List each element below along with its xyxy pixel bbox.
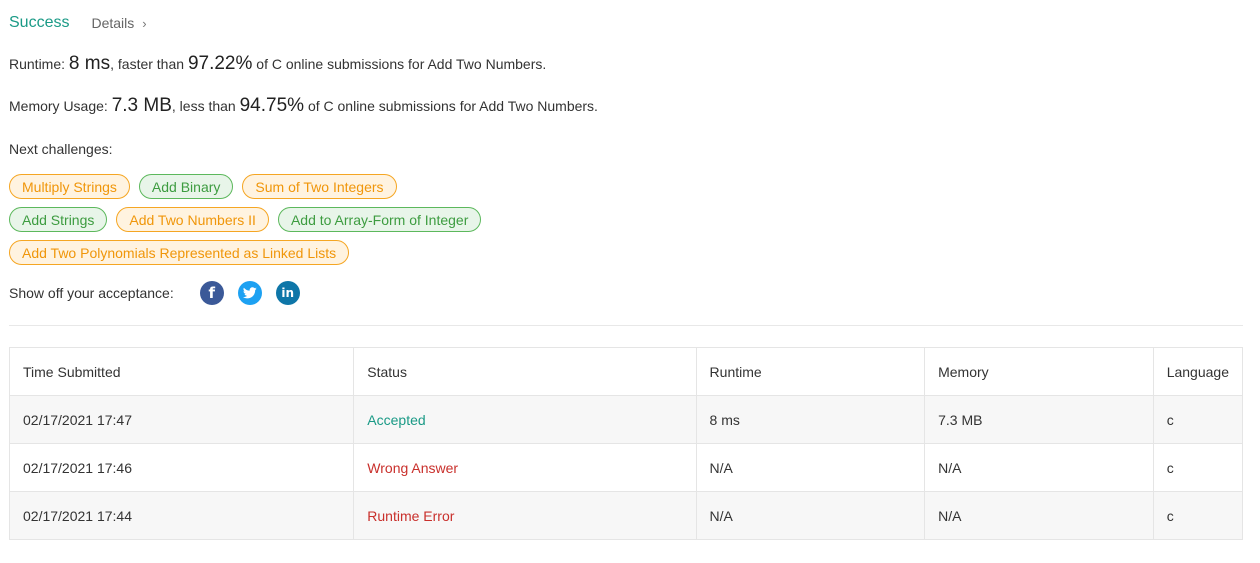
cell-time: 02/17/2021 17:47 [8, 395, 355, 444]
memory-value: 7.3 MB [111, 95, 172, 116]
section-divider [9, 325, 1243, 326]
twitter-icon[interactable] [237, 281, 262, 305]
runtime-prefix: Runtime: [9, 56, 69, 72]
table-header-row: Time Submitted Status Runtime Memory Lan… [8, 347, 1244, 396]
cell-time: 02/17/2021 17:44 [8, 491, 355, 540]
cell-memory: N/A [924, 443, 1154, 492]
cell-runtime: N/A [695, 491, 926, 540]
column-header-runtime: Runtime [695, 347, 926, 396]
twitter-bird-icon [242, 287, 257, 299]
share-section: Show off your acceptance: f in [9, 281, 314, 305]
memory-summary: Memory Usage: 7.3 MB, less than 94.75% o… [9, 95, 598, 117]
details-label: Details [91, 15, 135, 31]
details-link[interactable]: Details › [91, 15, 146, 31]
cell-status-link[interactable]: Wrong Answer [353, 443, 697, 492]
table-row: 02/17/2021 17:44 Runtime Error N/A N/A c [8, 491, 1244, 540]
memory-middle: , less than [171, 98, 240, 114]
share-icons: f in [199, 281, 314, 305]
runtime-summary: Runtime: 8 ms, faster than 97.22% of C o… [9, 53, 546, 75]
cell-language: c [1152, 443, 1244, 492]
cell-memory: 7.3 MB [924, 395, 1154, 444]
cell-memory: N/A [924, 491, 1154, 540]
cell-runtime: 8 ms [695, 395, 926, 444]
next-challenges-label: Next challenges: [9, 141, 113, 157]
column-header-memory: Memory [924, 347, 1154, 396]
memory-suffix: of C online submissions for Add Two Numb… [304, 98, 598, 114]
challenge-row: Add Strings Add Two Numbers II Add to Ar… [9, 207, 709, 234]
challenge-row: Add Two Polynomials Represented as Linke… [9, 240, 709, 267]
challenge-row: Multiply Strings Add Binary Sum of Two I… [9, 174, 709, 201]
result-status: Success [9, 14, 70, 31]
column-header-time: Time Submitted [8, 347, 355, 396]
challenge-tag-multiply-strings[interactable]: Multiply Strings [9, 174, 130, 199]
table-row: 02/17/2021 17:46 Wrong Answer N/A N/A c [8, 443, 1244, 492]
share-label: Show off your acceptance: [9, 285, 174, 301]
cell-language: c [1152, 395, 1244, 444]
chevron-right-icon: › [142, 15, 147, 31]
table-row: 02/17/2021 17:47 Accepted 8 ms 7.3 MB c [8, 395, 1244, 444]
runtime-value: 8 ms [68, 53, 111, 74]
cell-status-link[interactable]: Runtime Error [353, 491, 697, 540]
runtime-percent: 97.22% [187, 53, 253, 74]
submissions-table: Time Submitted Status Runtime Memory Lan… [8, 347, 1244, 540]
cell-runtime: N/A [695, 443, 926, 492]
next-challenges-list: Multiply Strings Add Binary Sum of Two I… [9, 174, 709, 273]
memory-percent: 94.75% [239, 95, 305, 116]
linkedin-icon[interactable]: in [275, 281, 300, 305]
challenge-tag-add-two-polynomials[interactable]: Add Two Polynomials Represented as Linke… [9, 240, 350, 265]
memory-prefix: Memory Usage: [9, 98, 112, 114]
runtime-suffix: of C online submissions for Add Two Numb… [252, 56, 547, 72]
result-header: Success Details › [9, 12, 147, 34]
challenge-tag-add-to-array-form[interactable]: Add to Array-Form of Integer [277, 207, 482, 232]
challenge-tag-add-binary[interactable]: Add Binary [138, 174, 234, 199]
cell-status-link[interactable]: Accepted [353, 395, 697, 444]
cell-time: 02/17/2021 17:46 [8, 443, 355, 492]
challenge-tag-add-strings[interactable]: Add Strings [9, 207, 108, 232]
challenge-tag-add-two-numbers-ii[interactable]: Add Two Numbers II [116, 207, 269, 232]
runtime-middle: , faster than [110, 56, 188, 72]
column-header-status: Status [353, 347, 697, 396]
cell-language: c [1152, 491, 1244, 540]
challenge-tag-sum-of-two-integers[interactable]: Sum of Two Integers [242, 174, 397, 199]
column-header-language: Language [1152, 347, 1244, 396]
facebook-icon[interactable]: f [199, 281, 224, 305]
